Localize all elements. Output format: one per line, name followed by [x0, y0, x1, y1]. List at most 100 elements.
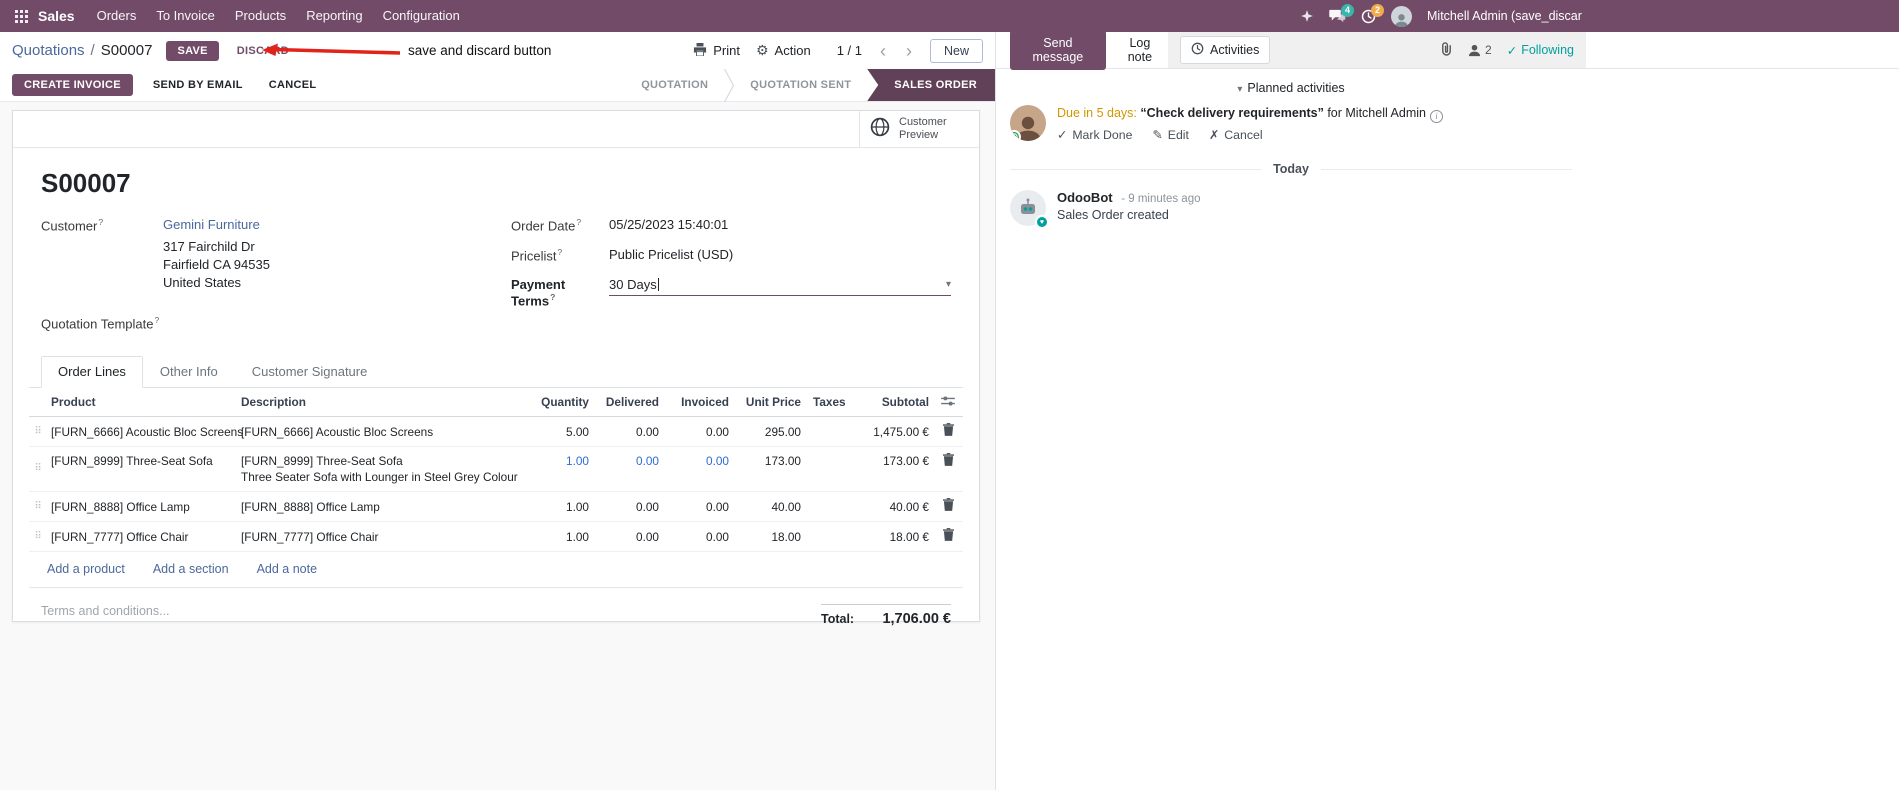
line-delivered[interactable]: 0.00	[593, 499, 663, 515]
add-note-link[interactable]: Add a note	[257, 562, 317, 576]
line-quantity[interactable]: 1.00	[527, 529, 593, 545]
order-date-field[interactable]: 05/25/2023 15:40:01	[609, 217, 728, 232]
line-delivered[interactable]: 0.00	[593, 529, 663, 545]
menu-products[interactable]: Products	[225, 0, 296, 32]
activities-badge: 2	[1371, 3, 1384, 17]
edit-activity-button[interactable]: ✎ Edit	[1152, 128, 1189, 142]
line-unit-price[interactable]: 295.00	[733, 424, 805, 440]
drag-handle-icon[interactable]: ⠿	[29, 461, 47, 477]
menu-configuration[interactable]: Configuration	[373, 0, 470, 32]
add-product-link[interactable]: Add a product	[47, 562, 125, 576]
pricelist-field[interactable]: Public Pricelist (USD)	[609, 247, 733, 262]
followers-icon	[1468, 44, 1481, 56]
order-lines-footer: Add a product Add a section Add a note	[29, 552, 963, 589]
delete-line-icon[interactable]	[933, 453, 963, 470]
breadcrumb-quotations[interactable]: Quotations	[12, 42, 85, 59]
form-view: Quotations / S00007 SAVE DISCARD save an…	[0, 32, 995, 790]
line-description[interactable]: [FURN_8999] Three-Seat Sofa Three Seater…	[237, 453, 527, 485]
info-icon[interactable]: i	[1429, 110, 1443, 123]
menu-to-invoice[interactable]: To Invoice	[146, 0, 225, 32]
terms-and-conditions-field[interactable]: Terms and conditions...	[41, 604, 170, 627]
customer-address: 317 Fairchild Dr Fairfield CA 94535 Unit…	[163, 239, 270, 290]
save-button[interactable]: SAVE	[166, 40, 219, 61]
field-group: Customer? Gemini Furniture 317 Fairchild…	[41, 217, 951, 336]
message-author: OdooBot	[1057, 190, 1113, 205]
line-unit-price[interactable]: 40.00	[733, 499, 805, 515]
menu-orders[interactable]: Orders	[87, 0, 147, 32]
dropdown-caret-icon[interactable]: ▾	[946, 279, 951, 290]
tab-order-lines[interactable]: Order Lines	[41, 356, 143, 389]
print-icon	[693, 42, 707, 59]
line-invoiced[interactable]: 0.00	[663, 424, 733, 440]
send-by-email-button[interactable]: SEND BY EMAIL	[147, 74, 249, 96]
cancel-button[interactable]: CANCEL	[263, 74, 323, 96]
line-quantity[interactable]: 1.00	[527, 499, 593, 515]
line-description[interactable]: [FURN_8888] Office Lamp	[237, 499, 527, 515]
following-button[interactable]: ✓ Following	[1507, 43, 1574, 58]
user-avatar[interactable]	[1391, 5, 1412, 27]
line-product[interactable]: [FURN_8888] Office Lamp	[47, 499, 237, 515]
followers-button[interactable]: 2	[1468, 43, 1492, 57]
line-delivered[interactable]: 0.00	[593, 453, 663, 469]
star-icon[interactable]	[1300, 9, 1314, 23]
action-button[interactable]: ⚙ Action	[756, 42, 811, 59]
user-menu[interactable]: Mitchell Admin (save_discar	[1427, 9, 1582, 23]
payment-terms-label: Payment Terms?	[511, 277, 566, 309]
new-button[interactable]: New	[929, 38, 983, 63]
pager[interactable]: 1 / 1	[837, 43, 862, 58]
tab-other-info[interactable]: Other Info	[143, 356, 235, 387]
line-unit-price[interactable]: 18.00	[733, 529, 805, 545]
delete-line-icon[interactable]	[933, 528, 963, 545]
drag-handle-icon[interactable]: ⠿	[29, 424, 47, 440]
mark-done-button[interactable]: ✓ Mark Done	[1057, 128, 1132, 142]
delete-line-icon[interactable]	[933, 498, 963, 515]
messages-icon[interactable]: 4	[1329, 4, 1354, 23]
column-product: Product	[51, 395, 96, 410]
cancel-activity-button[interactable]: ✗ Cancel	[1209, 128, 1263, 142]
line-invoiced[interactable]: 0.00	[663, 499, 733, 515]
send-message-button[interactable]: Send message	[1010, 30, 1106, 70]
pager-previous-icon[interactable]: ‹	[878, 42, 888, 60]
line-invoiced[interactable]: 0.00	[663, 453, 733, 469]
print-button[interactable]: Print	[693, 42, 740, 59]
delete-line-icon[interactable]	[933, 423, 963, 440]
line-product[interactable]: [FURN_7777] Office Chair	[47, 529, 237, 545]
order-line-row: ⠿ [FURN_8999] Three-Seat Sofa [FURN_8999…	[29, 447, 963, 493]
stage-quotation[interactable]: QUOTATION	[625, 69, 724, 101]
pager-next-icon[interactable]: ›	[904, 42, 914, 60]
line-product[interactable]: [FURN_6666] Acoustic Bloc Screens	[47, 424, 243, 440]
app-brand[interactable]: Sales	[38, 8, 75, 24]
tab-customer-signature[interactable]: Customer Signature	[235, 356, 385, 387]
line-quantity[interactable]: 1.00	[527, 453, 593, 469]
attachment-icon[interactable]	[1440, 41, 1453, 59]
apps-menu-icon[interactable]	[8, 0, 34, 32]
payment-terms-field[interactable]: 30 Days ▾	[609, 277, 951, 296]
line-invoiced[interactable]: 0.00	[663, 529, 733, 545]
line-description[interactable]: [FURN_7777] Office Chair	[237, 529, 527, 545]
stage-quotation-sent[interactable]: QUOTATION SENT	[734, 69, 867, 101]
clock-icon	[1191, 42, 1204, 58]
stage-sales-order[interactable]: SALES ORDER	[867, 69, 995, 101]
line-delivered[interactable]: 0.00	[593, 424, 663, 440]
line-unit-price[interactable]: 173.00	[733, 453, 805, 469]
add-section-link[interactable]: Add a section	[153, 562, 229, 576]
activities-tab[interactable]: Activities	[1180, 36, 1271, 64]
customer-preview-button[interactable]: Customer Preview	[859, 111, 979, 147]
planned-activities-header[interactable]: ▾ Planned activities	[996, 81, 1586, 95]
line-product[interactable]: [FURN_8999] Three-Seat Sofa	[47, 453, 237, 469]
odoobot-badge-icon: ♥	[1035, 215, 1049, 229]
line-description[interactable]: [FURN_6666] Acoustic Bloc Screens	[237, 424, 527, 440]
activity-due: Due in 5 days:	[1057, 106, 1137, 120]
chatter-header: Send message Log note Activities 2 ✓ Fol…	[996, 30, 1899, 70]
breadcrumb-separator: /	[90, 42, 95, 59]
create-invoice-button[interactable]: CREATE INVOICE	[12, 74, 133, 96]
log-note-button[interactable]: Log note	[1112, 30, 1168, 70]
optional-columns-icon[interactable]	[933, 395, 963, 410]
activities-clock-icon[interactable]: 2	[1361, 3, 1384, 24]
annotation: save and discard button	[262, 42, 551, 58]
drag-handle-icon[interactable]: ⠿	[29, 529, 47, 545]
drag-handle-icon[interactable]: ⠿	[29, 499, 47, 515]
menu-reporting[interactable]: Reporting	[296, 0, 372, 32]
line-quantity[interactable]: 5.00	[527, 424, 593, 440]
customer-link[interactable]: Gemini Furniture	[163, 217, 270, 232]
